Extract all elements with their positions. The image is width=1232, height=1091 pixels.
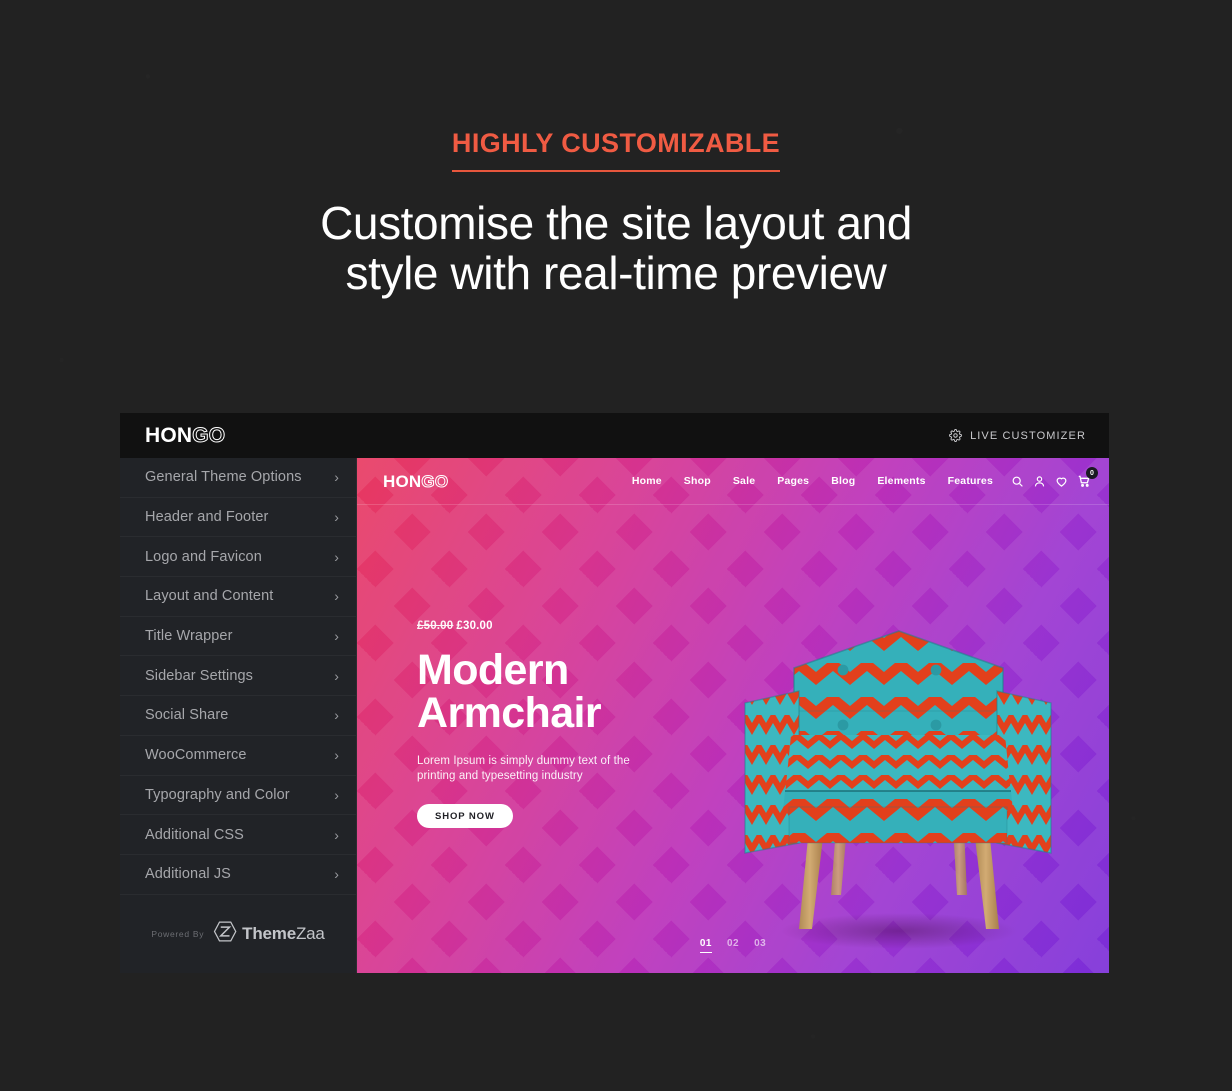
hero-eyebrow: HIGHLY CUSTOMIZABLE [451,128,781,172]
preview-hongo-logo[interactable]: HONGO [383,471,449,491]
sidebar-item-label: Sidebar Settings [145,667,253,684]
powered-by-label: Powered By [151,928,205,939]
nav-item-elements[interactable]: Elements [877,475,925,487]
chevron-right-icon: › [334,548,339,565]
nav-item-blog[interactable]: Blog [831,475,855,487]
sidebar-item-sidebar-settings[interactable]: Sidebar Settings › [120,656,356,697]
sidebar-item-label: Additional CSS [145,826,244,843]
chevron-right-icon: › [334,628,339,645]
live-preview-pane: HONGO Home Shop Sale Pages Blog Elements… [357,458,1109,973]
preview-logo-bold: HON [383,471,422,491]
product-subtitle-line-2: printing and typesetting industry [417,770,583,782]
product-title-line-2: Armchair [417,689,602,737]
chevron-right-icon: › [334,747,339,764]
sidebar-item-label: WooCommerce [145,747,247,764]
chevron-right-icon: › [334,826,339,843]
sidebar-item-social-share[interactable]: Social Share › [120,696,356,736]
price-old: £50.00 [417,620,454,632]
sidebar-footer: Powered By ThemeZaa [120,894,356,973]
sidebar-item-label: Social Share [145,707,229,724]
chevron-right-icon: › [334,866,339,883]
customizer-topbar: HONGO LIVE CUSTOMIZER [120,413,1109,458]
sidebar-item-label: Title Wrapper [145,628,233,645]
sidebar-item-woocommerce[interactable]: WooCommerce › [120,736,356,776]
sidebar-item-label: Layout and Content [145,588,274,605]
hongo-logo[interactable]: HONGO [145,424,226,447]
chevron-right-icon: › [334,667,339,684]
chevron-right-icon: › [334,469,339,486]
preview-nav-icons: 0 [1011,467,1098,488]
cart-icon[interactable]: 0 [1077,467,1098,488]
chevron-right-icon: › [334,707,339,724]
nav-item-home[interactable]: Home [632,475,662,487]
settings-menu-list: General Theme Options › Header and Foote… [120,458,356,895]
chevron-right-icon: › [334,786,339,803]
headline-line-2: style with real-time preview [345,247,887,299]
slider-pagination: 01 02 03 [357,938,1109,953]
preview-hero-content: £50.00 £30.00 Modern Armchair Lorem Ipsum… [417,620,747,828]
themezaa-wordmark: ThemeZaa [242,924,325,944]
sidebar-item-logo-and-favicon[interactable]: Logo and Favicon › [120,537,356,578]
search-icon[interactable] [1011,475,1024,488]
hero-heading-block: HIGHLY CUSTOMIZABLE Customise the site l… [0,128,1232,298]
sidebar-item-header-and-footer[interactable]: Header and Footer › [120,498,356,538]
product-title-line-1: Modern [417,646,569,694]
slider-page-01[interactable]: 01 [699,938,712,953]
chevron-right-icon: › [334,509,339,526]
user-icon[interactable] [1033,475,1046,488]
themezaa-bold: Theme [242,923,296,943]
settings-sidebar: General Theme Options › Header and Foote… [120,458,357,973]
themezaa-light: Zaa [295,923,325,943]
slider-page-03[interactable]: 03 [754,938,766,953]
product-title: Modern Armchair [417,649,747,735]
cart-count-badge: 0 [1086,467,1098,479]
chevron-right-icon: › [334,588,339,605]
product-price: £50.00 £30.00 [417,620,747,632]
sidebar-item-label: General Theme Options [145,469,302,486]
page-title: Customise the site layout and style with… [0,198,1232,298]
price-new: £30.00 [456,620,493,632]
nav-item-sale[interactable]: Sale [733,475,755,487]
live-customizer-label: LIVE CUSTOMIZER [970,429,1086,442]
live-customizer-button[interactable]: LIVE CUSTOMIZER [949,429,1086,442]
gear-icon [949,429,963,442]
slider-page-02[interactable]: 02 [727,938,739,953]
wishlist-heart-icon[interactable] [1055,475,1068,488]
sidebar-item-label: Logo and Favicon [145,548,262,565]
nav-item-shop[interactable]: Shop [684,475,711,487]
sidebar-item-title-wrapper[interactable]: Title Wrapper › [120,617,356,657]
sidebar-item-layout-and-content[interactable]: Layout and Content › [120,577,356,617]
customizer-body: General Theme Options › Header and Foote… [120,458,1109,973]
sidebar-item-label: Header and Footer [145,509,269,526]
shop-now-button[interactable]: SHOP NOW [417,804,513,828]
themezaa-logo[interactable]: ThemeZaa [212,919,325,949]
preview-navbar: HONGO Home Shop Sale Pages Blog Elements… [357,458,1109,505]
customizer-window: HONGO LIVE CUSTOMIZER General Theme Opti… [120,413,1109,973]
sidebar-item-label: Typography and Color [145,786,290,803]
product-image-armchair [731,595,1061,955]
sidebar-item-additional-css[interactable]: Additional CSS › [120,815,356,855]
sidebar-item-general-theme-options[interactable]: General Theme Options › [120,458,356,498]
sidebar-item-label: Additional JS [145,866,231,883]
nav-item-features[interactable]: Features [948,475,993,487]
hongo-logo-bold: HON [145,424,193,447]
preview-nav-menu: Home Shop Sale Pages Blog Elements Featu… [632,475,993,487]
product-subtitle: Lorem Ipsum is simply dummy text of the … [417,754,747,784]
headline-line-1: Customise the site layout and [320,197,912,249]
preview-nav-right: Home Shop Sale Pages Blog Elements Featu… [632,467,1098,488]
product-subtitle-line-1: Lorem Ipsum is simply dummy text of the [417,755,630,767]
nav-item-pages[interactable]: Pages [777,475,809,487]
preview-logo-outline: GO [421,471,449,491]
sidebar-item-additional-js[interactable]: Additional JS › [120,855,356,895]
hongo-logo-outline: GO [192,424,226,447]
sidebar-item-typography-and-color[interactable]: Typography and Color › [120,776,356,816]
themezaa-hex-logo-icon [212,919,237,949]
